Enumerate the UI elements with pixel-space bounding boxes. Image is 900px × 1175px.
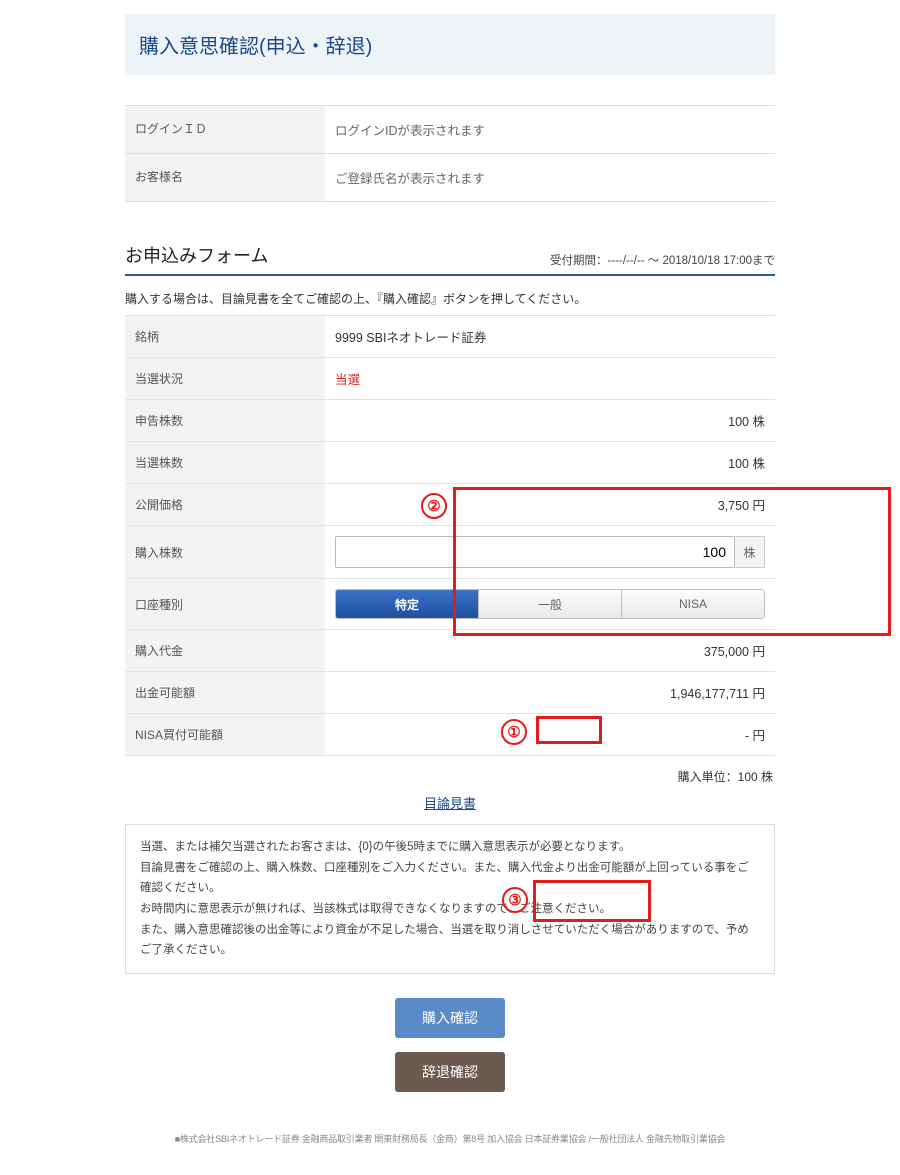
- allotted-shares-label: 当選株数: [125, 442, 325, 483]
- issue-value: 9999 SBIネオトレード証券: [325, 316, 775, 357]
- withdrawable-value: 1,946,177,711 円: [325, 672, 775, 713]
- annotation-badge-1: ①: [501, 719, 527, 745]
- account-tab-ippan[interactable]: 一般: [478, 590, 621, 618]
- declared-shares-value: 100 株: [325, 400, 775, 441]
- status-label: 当選状況: [125, 358, 325, 399]
- form-section-title: お申込みフォーム: [125, 242, 268, 268]
- application-period: 受付期間：----/--/-- ～ 2018/10/18 17:00まで: [550, 252, 775, 268]
- login-id-value: ログインIDが表示されます: [325, 106, 775, 153]
- nisa-available-value: - 円: [325, 714, 775, 755]
- offer-price-value: 3,750 円: [325, 484, 775, 525]
- footer-disclaimer: ■株式会社SBIネオトレード証券 金融商品取引業者 関東財務局長（金商）第8号 …: [125, 1132, 775, 1145]
- account-tab-nisa[interactable]: NISA: [621, 590, 764, 618]
- login-id-label: ログインＩＤ: [125, 106, 325, 153]
- issue-label: 銘柄: [125, 316, 325, 357]
- form-instruction: 購入する場合は、目論見書を全てご確認の上、『購入確認』ボタンを押してください。: [125, 290, 775, 307]
- customer-name-label: お客様名: [125, 154, 325, 201]
- nisa-available-label: NISA買付可能額: [125, 714, 325, 755]
- form-section-header: お申込みフォーム 受付期間：----/--/-- ～ 2018/10/18 17…: [125, 242, 775, 276]
- login-id-row: ログインＩＤ ログインIDが表示されます: [125, 106, 775, 153]
- annotation-badge-3: ③: [502, 887, 528, 913]
- account-tab-tokutei[interactable]: 特定: [336, 590, 478, 618]
- purchase-confirm-button[interactable]: 購入確認: [395, 998, 505, 1038]
- purchase-unit-note: 購入単位：100 株: [127, 768, 773, 785]
- application-form: 銘柄 9999 SBIネオトレード証券 当選状況 当選 申告株数 100 株 当…: [125, 315, 775, 756]
- offer-price-label: 公開価格: [125, 484, 325, 525]
- purchase-qty-input[interactable]: [335, 536, 735, 568]
- decline-confirm-button[interactable]: 辞退確認: [395, 1052, 505, 1092]
- customer-name-value: ご登録氏名が表示されます: [325, 154, 775, 201]
- purchase-amount-value: 375,000 円: [325, 630, 775, 671]
- customer-name-row: お客様名 ご登録氏名が表示されます: [125, 153, 775, 201]
- account-type-label: 口座種別: [125, 579, 325, 629]
- purchase-qty-unit: 株: [735, 536, 765, 568]
- purchase-qty-label: 購入株数: [125, 526, 325, 578]
- annotation-badge-2: ②: [421, 493, 447, 519]
- withdrawable-label: 出金可能額: [125, 672, 325, 713]
- account-type-tabs: 特定 一般 NISA: [335, 589, 765, 619]
- declared-shares-label: 申告株数: [125, 400, 325, 441]
- purchase-amount-label: 購入代金: [125, 630, 325, 671]
- allotted-shares-value: 100 株: [325, 442, 775, 483]
- user-info-table: ログインＩＤ ログインIDが表示されます お客様名 ご登録氏名が表示されます: [125, 105, 775, 202]
- page-title: 購入意思確認(申込・辞退): [125, 14, 775, 75]
- prospectus-link[interactable]: 目論見書: [420, 791, 480, 814]
- status-value: 当選: [335, 369, 360, 388]
- notice-text: 当選、または補欠当選されたお客さまは、{0}の午後5時までに購入意思表示が必要と…: [125, 824, 775, 974]
